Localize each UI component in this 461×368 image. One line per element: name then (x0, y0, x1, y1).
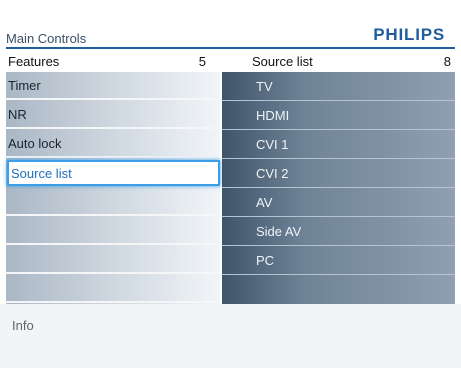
source-item-label: Side AV (256, 223, 302, 239)
source-item-pc[interactable]: PC (222, 246, 455, 275)
source-item-label: CVI 1 (256, 136, 289, 152)
source-item-cvi-2[interactable]: CVI 2 (222, 159, 455, 188)
source-list-menu: TV HDMI CVI 1 CVI 2 AV Side AV PC (222, 72, 455, 304)
source-item-av[interactable]: AV (222, 188, 455, 217)
menu-header: Main Controls PHILIPS (0, 0, 461, 52)
source-item-label: PC (256, 252, 275, 268)
menu-item-empty[interactable] (6, 246, 220, 274)
info-panel: Info (0, 304, 461, 368)
header-divider (6, 47, 455, 49)
features-column-header: Features 5 (6, 50, 220, 72)
source-item-label: AV (256, 194, 273, 210)
source-item-label: CVI 2 (256, 165, 289, 181)
menu-item-empty[interactable] (6, 188, 220, 216)
menu-item-label: Source list (11, 165, 72, 181)
source-item-cvi-1[interactable]: CVI 1 (222, 130, 455, 159)
menu-item-label: NR (8, 106, 27, 122)
source-item-side-av[interactable]: Side AV (222, 217, 455, 246)
source-item-hdmi[interactable]: HDMI (222, 101, 455, 130)
menu-item-label: Timer (8, 77, 41, 93)
source-item-label: HDMI (256, 107, 290, 123)
menu-item-source-list[interactable]: Source list (7, 160, 220, 186)
features-title: Features (8, 53, 60, 69)
source-list-column-header: Source list 8 (252, 50, 455, 72)
menu-item-empty[interactable] (6, 275, 220, 303)
source-list-title: Source list (252, 53, 313, 69)
menu-item-label: Auto lock (8, 135, 62, 151)
menu-item-auto-lock[interactable]: Auto lock (6, 130, 220, 158)
source-item-tv[interactable]: TV (222, 72, 455, 101)
features-menu: Timer NR Auto lock Source list (6, 72, 220, 304)
source-list-count: 8 (443, 53, 451, 69)
menu-item-empty[interactable] (6, 217, 220, 245)
info-label: Info (12, 318, 34, 333)
source-item-empty[interactable] (222, 275, 455, 304)
menu-item-nr[interactable]: NR (6, 101, 220, 129)
source-item-label: TV (256, 78, 273, 94)
page-title: Main Controls (6, 31, 87, 46)
brand-logo: PHILIPS (373, 25, 445, 44)
features-count: 5 (198, 53, 206, 69)
menu-item-timer[interactable]: Timer (6, 72, 220, 100)
